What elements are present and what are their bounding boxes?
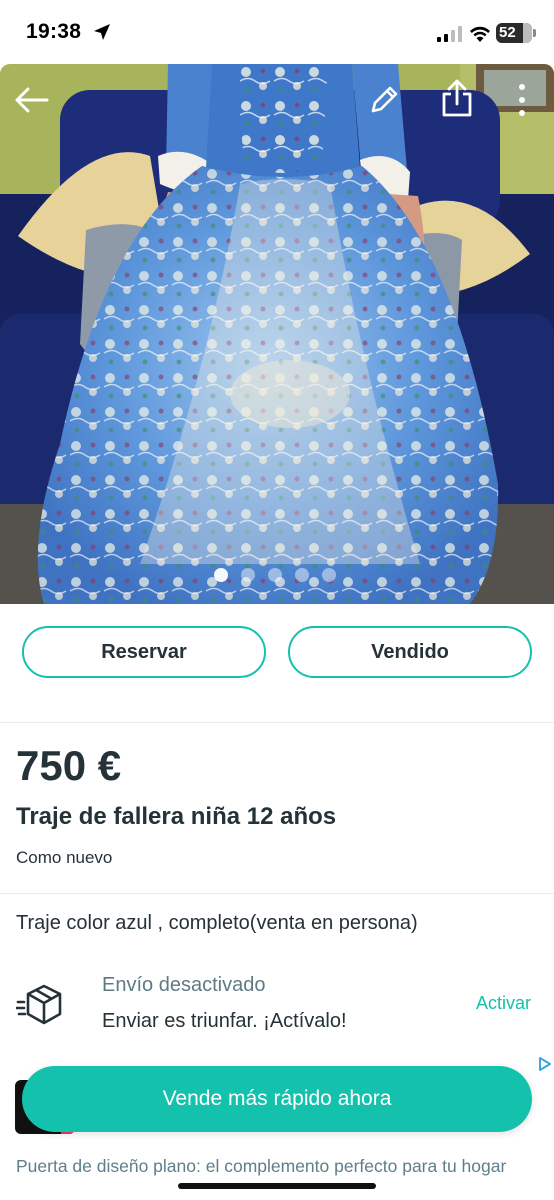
activate-shipping-link[interactable]: Activar — [476, 993, 531, 1014]
carousel-dot[interactable] — [241, 568, 255, 582]
wifi-icon — [470, 26, 490, 42]
listing-condition: Como nuevo — [16, 848, 113, 867]
seller-actions: Reservar Vendido — [0, 604, 554, 722]
reserve-button[interactable]: Reservar — [22, 626, 266, 678]
signal-icon — [437, 26, 462, 42]
status-bar: 19:38 52 — [0, 0, 554, 64]
battery-level: 52 — [499, 24, 516, 41]
product-photo — [0, 64, 554, 604]
listing-title: Traje de fallera niña 12 años — [16, 803, 337, 830]
divider — [0, 893, 554, 894]
back-button[interactable] — [10, 78, 54, 122]
carousel-dot[interactable] — [322, 568, 336, 582]
share-icon — [442, 79, 472, 117]
share-button[interactable] — [435, 76, 479, 120]
sell-faster-button[interactable]: Vende más rápido ahora — [22, 1066, 532, 1132]
carousel-dot[interactable] — [295, 568, 309, 582]
sold-button[interactable]: Vendido — [288, 626, 532, 678]
home-indicator[interactable] — [178, 1183, 376, 1189]
package-shipping-icon — [16, 984, 62, 1025]
listing-description: Traje color azul , completo(venta en per… — [16, 912, 418, 934]
carousel-indicator — [214, 568, 336, 582]
shipping-status-subtitle: Enviar es triunfar. ¡Actívalo! — [102, 1010, 347, 1032]
more-vertical-icon — [519, 84, 525, 116]
pencil-icon — [371, 86, 398, 113]
ad-choices-icon[interactable] — [534, 1055, 554, 1073]
battery-empty-segment — [523, 23, 532, 43]
battery-cap — [533, 29, 536, 37]
status-time: 19:38 — [26, 20, 82, 43]
battery-icon: 52 — [496, 23, 532, 43]
carousel-dot[interactable] — [214, 568, 228, 582]
edit-button[interactable] — [362, 78, 406, 122]
ad-description[interactable]: Puerta de diseño plano: el complemento p… — [16, 1154, 536, 1178]
location-arrow-icon — [94, 24, 110, 40]
divider — [0, 722, 554, 723]
back-arrow-icon — [15, 87, 49, 113]
shipping-status-title: Envío desactivado — [102, 974, 266, 996]
carousel-dot[interactable] — [268, 568, 282, 582]
product-photo-carousel[interactable] — [0, 64, 554, 604]
listing-price: 750 € — [16, 742, 122, 789]
more-options-button[interactable] — [500, 78, 544, 122]
